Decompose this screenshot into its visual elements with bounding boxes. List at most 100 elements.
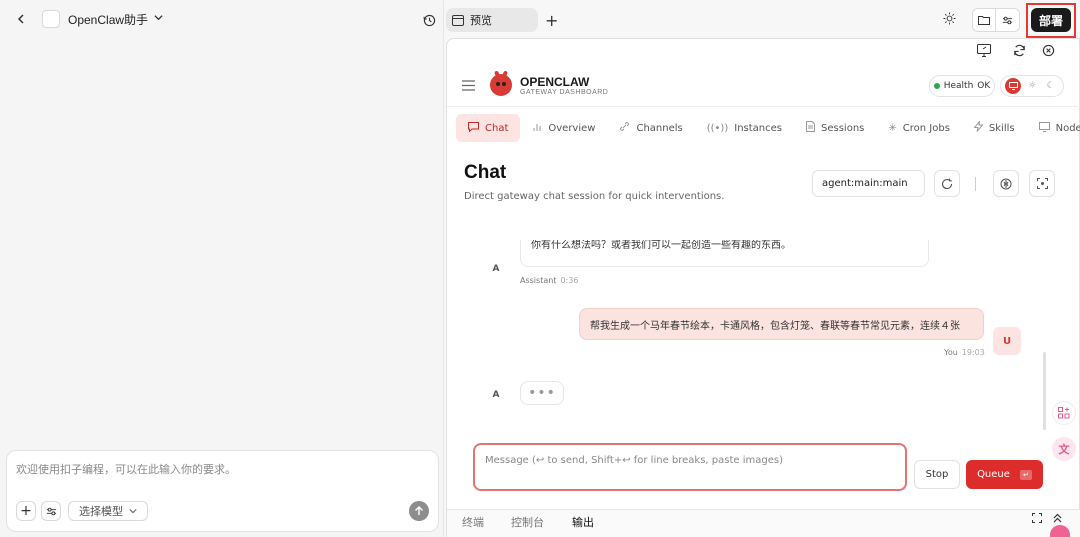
prompt-input[interactable]: 欢迎使用扣子编程，可以在此输入你的要求。: [16, 461, 236, 477]
translate-icon[interactable]: 文: [1052, 437, 1076, 461]
message-sender: Assistant: [520, 276, 557, 285]
zap-icon: [973, 119, 984, 135]
sun-icon[interactable]: [943, 12, 956, 29]
message-time: 19:03: [961, 348, 985, 357]
tab-output[interactable]: 输出: [572, 514, 594, 530]
left-topbar: OpenClaw助手: [0, 0, 444, 38]
tab-cron-jobs-label: Cron Jobs: [902, 122, 950, 134]
thinking-toggle-button[interactable]: [993, 170, 1019, 197]
chat-scrollbar[interactable]: [1043, 352, 1046, 430]
health-label: Health: [943, 81, 974, 91]
tab-node[interactable]: Node: [1027, 114, 1080, 142]
refresh-button[interactable]: [934, 170, 960, 197]
sliders-icon: [1002, 16, 1013, 24]
menu-icon[interactable]: [462, 79, 475, 95]
gateway-nav: Chat Overview Channels ((•)) Instances S…: [456, 114, 1080, 142]
health-value: OK: [977, 81, 991, 91]
folder-icon: [978, 16, 990, 25]
screen-share-icon[interactable]: [977, 44, 991, 61]
add-tab-button[interactable]: +: [545, 11, 558, 30]
openclaw-logo: [490, 74, 512, 96]
queue-button[interactable]: Queue ↵: [966, 460, 1043, 489]
document-icon: [806, 121, 815, 135]
tab-preview[interactable]: 预览: [446, 8, 538, 32]
chevron-left-icon[interactable]: [10, 8, 32, 30]
user-message: 帮我生成一个马年春节绘本，卡通风格，包含灯笼、春联等春节常见元素，连续４张: [579, 308, 984, 340]
assistant-message-text: 你有什么想法吗？或者我们可以一起创造一些有趣的东西。: [531, 240, 791, 251]
moon-icon[interactable]: ☾: [1043, 78, 1059, 94]
assistant-avatar: A: [492, 390, 500, 400]
tab-chat-label: Chat: [485, 122, 509, 134]
chevron-down-icon[interactable]: [154, 13, 163, 25]
app-icon: [42, 10, 60, 28]
queue-button-label: Queue: [977, 469, 1010, 480]
health-badge: Health OK: [929, 75, 995, 97]
theme-switcher: ☼ ☾: [1000, 75, 1064, 97]
message-sender: You: [944, 348, 958, 357]
message-meta: Assistant 0:36: [520, 276, 578, 285]
tab-channels-label: Channels: [636, 122, 683, 134]
tab-cron-jobs[interactable]: ✳ Cron Jobs: [876, 114, 962, 142]
tab-node-label: Node: [1055, 122, 1080, 134]
divider: [975, 177, 976, 191]
status-dot: [933, 83, 940, 89]
bar-chart-icon: [532, 122, 542, 135]
sun-icon[interactable]: ☼: [1024, 78, 1040, 94]
reset-icon[interactable]: [1042, 44, 1055, 61]
monitor-icon: [1038, 121, 1050, 135]
add-widget-icon[interactable]: [1052, 401, 1076, 425]
focus-icon: [1036, 178, 1048, 189]
tab-skills-label: Skills: [988, 122, 1015, 134]
tab-sessions-label: Sessions: [821, 122, 865, 134]
typing-indicator: •••: [520, 381, 564, 405]
tab-skills[interactable]: Skills: [962, 114, 1027, 142]
tab-preview-label: 预览: [470, 14, 492, 27]
message-input-placeholder: Message (↩ to send, Shift+↩ for line bre…: [485, 455, 783, 466]
model-select[interactable]: 选择模型: [68, 501, 148, 521]
settings-sliders-button[interactable]: [41, 501, 61, 521]
loader-icon: ✳: [888, 122, 897, 134]
brand-subtitle: GATEWAY DASHBOARD: [520, 89, 609, 96]
message-time: 0:36: [560, 276, 579, 285]
add-attachment-button[interactable]: +: [16, 501, 36, 521]
focus-mode-button[interactable]: [1029, 170, 1055, 197]
tab-overview-label: Overview: [548, 122, 596, 134]
brain-icon: [1000, 178, 1012, 189]
send-button[interactable]: [409, 501, 429, 521]
message-input[interactable]: [473, 443, 907, 491]
stop-button[interactable]: Stop: [914, 460, 960, 489]
refresh-icon: [941, 178, 953, 189]
page-title: Chat: [464, 162, 507, 183]
radio-icon: ((•)): [706, 122, 729, 134]
brand-title: OPENCLAW: [520, 75, 590, 89]
chat-icon: [468, 121, 479, 135]
tab-channels[interactable]: Channels: [607, 114, 694, 142]
tab-instances-label: Instances: [734, 122, 782, 134]
tab-overview[interactable]: Overview: [520, 114, 607, 142]
sliders-button[interactable]: [996, 8, 1020, 32]
user-avatar: U: [993, 327, 1021, 355]
link-icon: [619, 121, 630, 135]
assistant-avatar: A: [492, 264, 500, 274]
agent-select[interactable]: agent:main:main: [812, 170, 925, 197]
assistant-message: 你有什么想法吗？或者我们可以一起创造一些有趣的东西。: [520, 240, 929, 267]
app-title[interactable]: OpenClaw助手: [68, 11, 148, 28]
tab-chat[interactable]: Chat: [456, 114, 521, 142]
expand-icon[interactable]: [1032, 513, 1042, 526]
refresh-icon[interactable]: [1013, 44, 1026, 61]
tab-sessions[interactable]: Sessions: [794, 114, 876, 142]
message-meta: You 19:03: [944, 348, 985, 357]
tab-instances[interactable]: ((•)) Instances: [695, 114, 794, 142]
browser-icon: [452, 14, 464, 26]
divider: [447, 106, 1080, 107]
page-subtitle: Direct gateway chat session for quick in…: [464, 191, 725, 202]
tab-console[interactable]: 控制台: [511, 514, 544, 530]
folder-button[interactable]: [972, 8, 996, 32]
monitor-icon[interactable]: [1005, 78, 1022, 94]
tab-terminal[interactable]: 终端: [462, 514, 484, 530]
deploy-button[interactable]: 部署: [1031, 8, 1071, 32]
model-select-label: 选择模型: [79, 505, 123, 518]
history-icon[interactable]: [418, 9, 440, 31]
chevron-down-icon: [129, 508, 137, 514]
enter-key-icon: ↵: [1019, 469, 1032, 480]
